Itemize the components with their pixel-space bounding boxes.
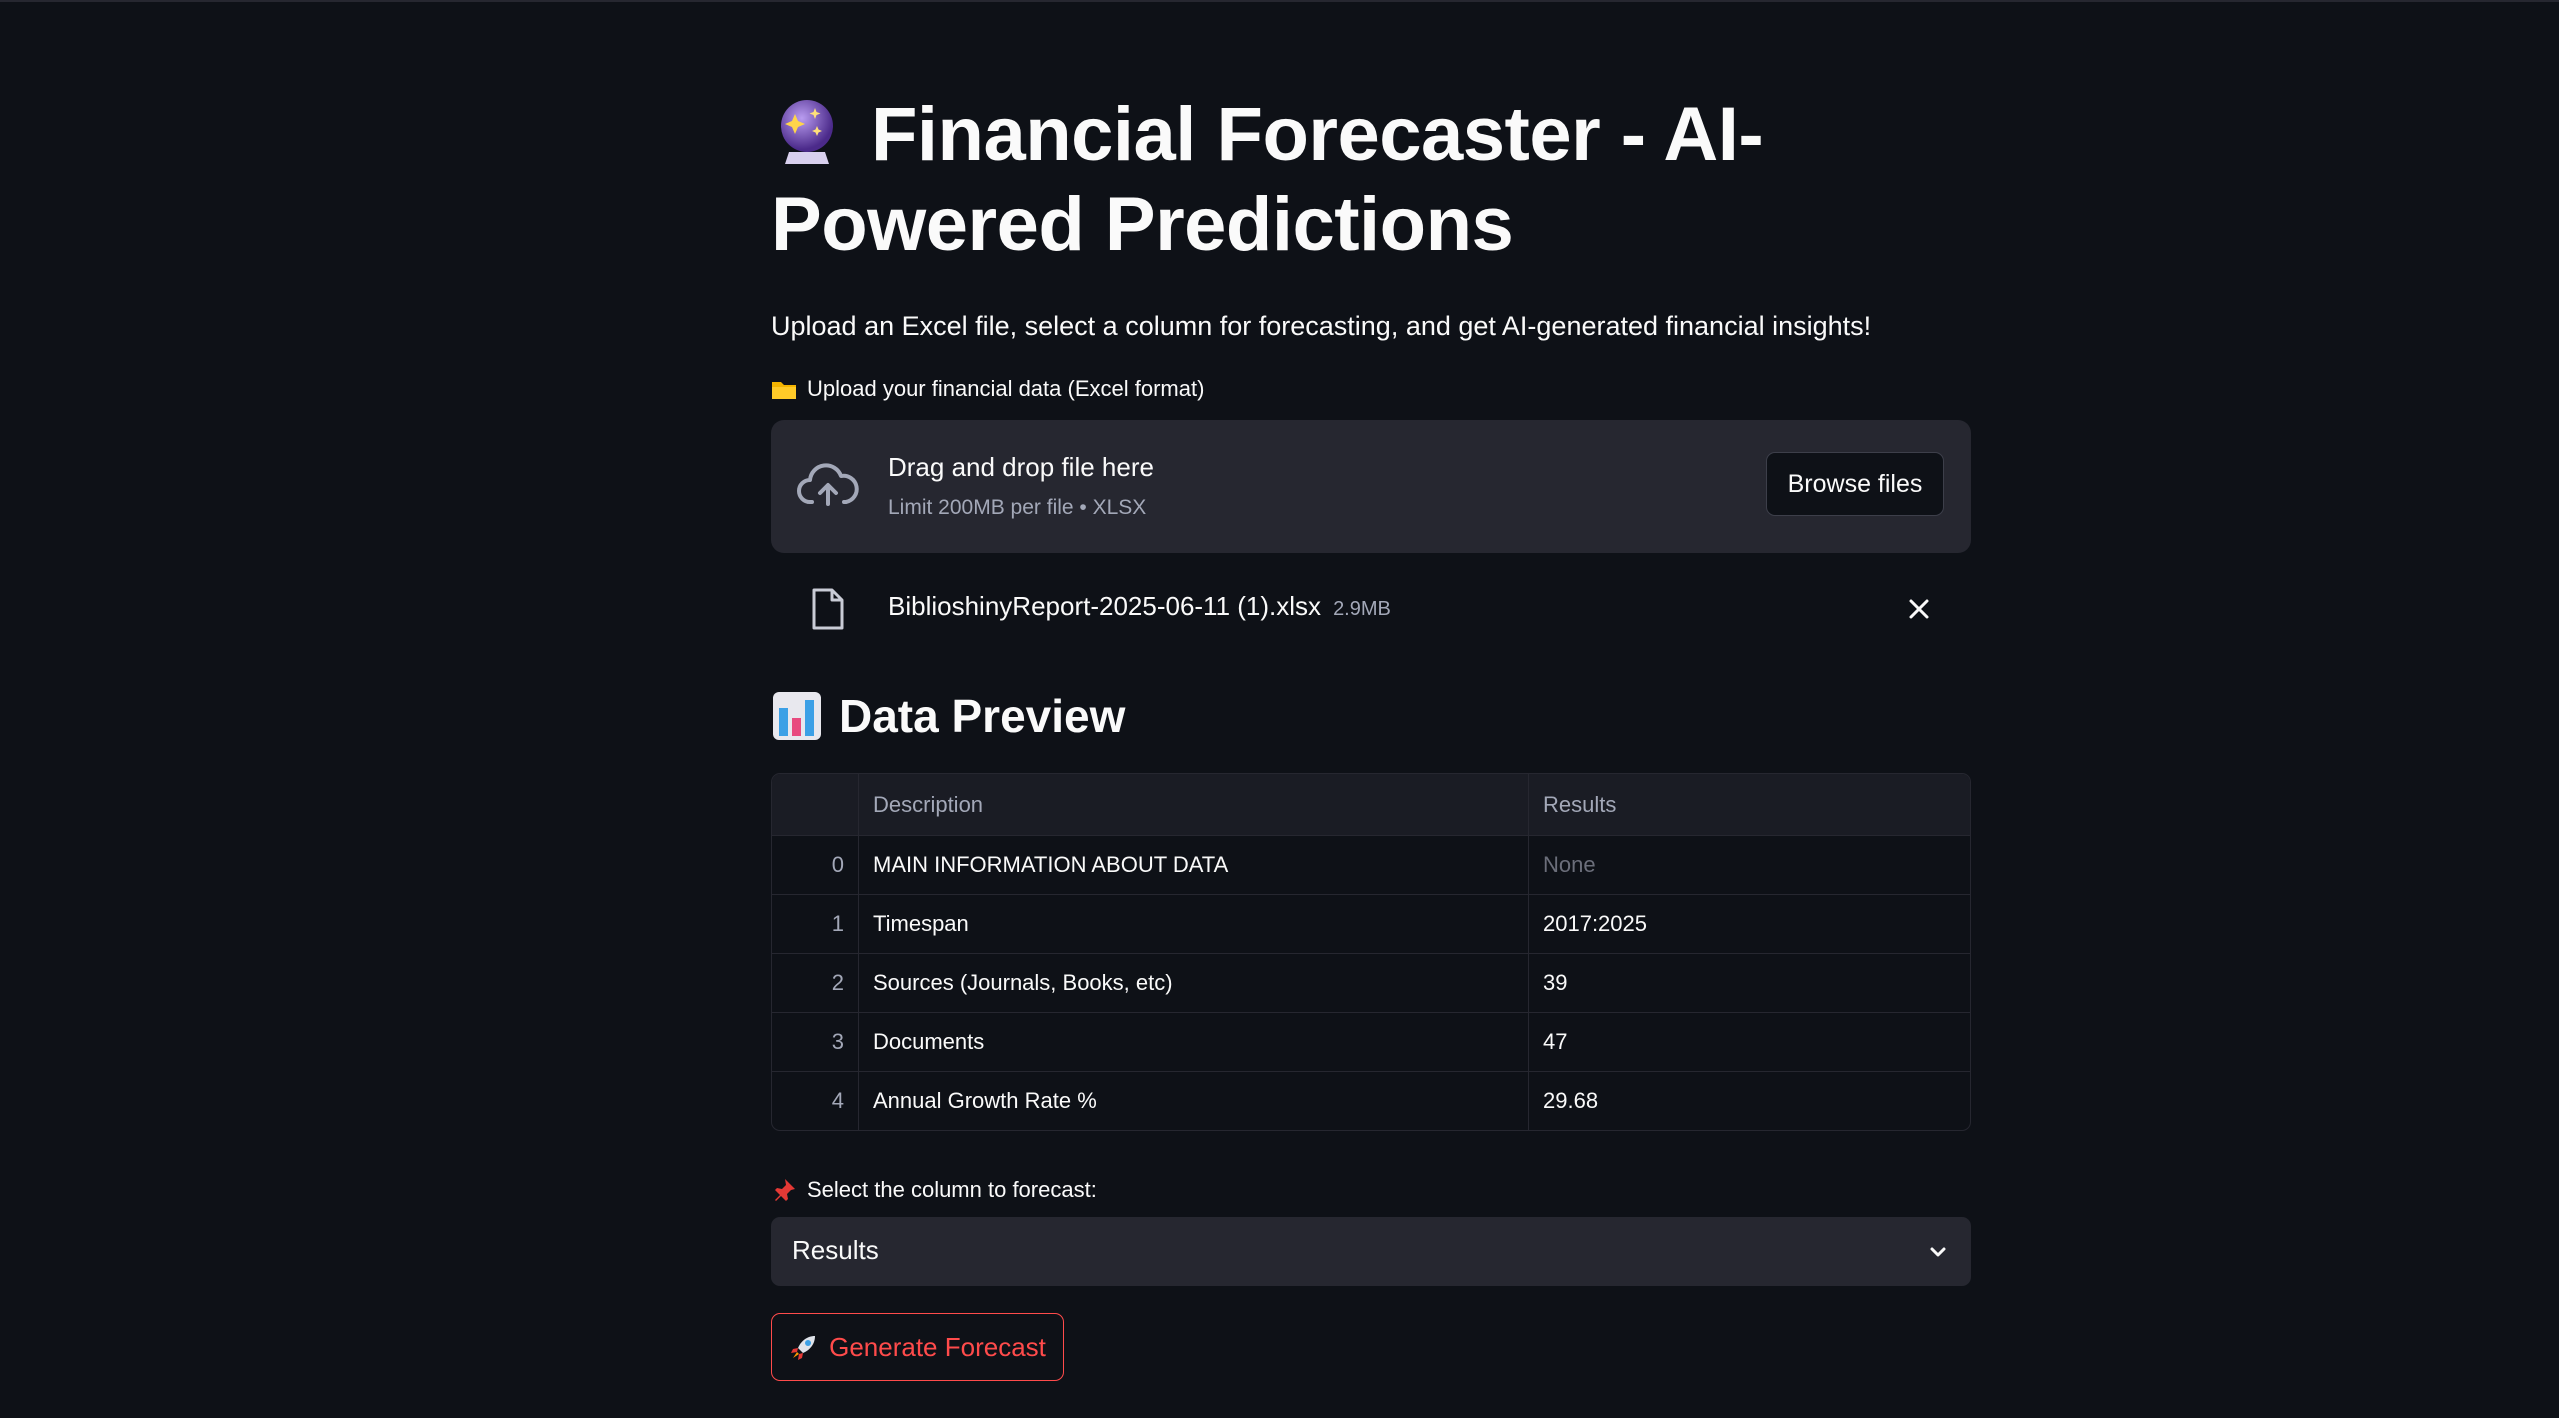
row-description[interactable]: Sources (Journals, Books, etc) <box>858 954 1528 1012</box>
pushpin-icon <box>775 1179 795 1201</box>
forecast-select-label: Select the column to forecast: <box>771 1177 1971 1203</box>
uploader-label: Upload your financial data (Excel format… <box>771 376 1971 402</box>
generate-forecast-label: Generate Forecast <box>829 1331 1046 1362</box>
row-description[interactable]: Annual Growth Rate % <box>858 1072 1528 1130</box>
dropzone-title: Drag and drop file here <box>888 452 1154 482</box>
uploaded-file-name: BiblioshinyReport-2025-06-11 (1).xlsx <box>888 591 1322 621</box>
table-row: 1 Timespan 2017:2025 <box>772 894 1970 953</box>
page-title: Financial Forecaster - AI-Powered Predic… <box>771 90 1971 270</box>
file-dropzone[interactable]: Drag and drop file here Limit 200MB per … <box>771 420 1971 553</box>
close-icon[interactable] <box>1905 595 1933 623</box>
bar-chart-icon <box>773 692 821 740</box>
table-header-row: Description Results <box>772 774 1970 835</box>
browse-files-button[interactable]: Browse files <box>1766 452 1944 516</box>
row-results[interactable]: 2017:2025 <box>1528 895 1970 953</box>
row-description[interactable]: MAIN INFORMATION ABOUT DATA <box>858 836 1528 894</box>
row-results[interactable]: 47 <box>1528 1013 1970 1071</box>
row-description[interactable]: Timespan <box>858 895 1528 953</box>
uploader-label-text: Upload your financial data (Excel format… <box>807 376 1205 401</box>
rocket-icon <box>791 1336 816 1360</box>
forecast-select-label-text: Select the column to forecast: <box>807 1177 1097 1202</box>
uploaded-file: BiblioshinyReport-2025-06-11 (1).xlsx 2.9… <box>771 571 1971 651</box>
dropzone-limit: Limit 200MB per file • XLSX <box>888 496 1147 519</box>
forecast-column-select[interactable]: Results <box>771 1217 1971 1286</box>
row-results[interactable]: 39 <box>1528 954 1970 1012</box>
top-border <box>0 0 2559 2</box>
forecast-column-value: Results <box>792 1235 879 1265</box>
page-subtitle: Upload an Excel file, select a column fo… <box>771 311 1872 341</box>
table-row: 3 Documents 47 <box>772 1012 1970 1071</box>
row-index: 1 <box>831 911 844 936</box>
table-row: 2 Sources (Journals, Books, etc) 39 <box>772 953 1970 1012</box>
generate-forecast-button[interactable]: Generate Forecast <box>771 1313 1064 1381</box>
folder-icon <box>772 382 796 399</box>
crystal-ball-icon <box>781 100 833 164</box>
row-index: 0 <box>831 852 844 877</box>
chevron-down-icon <box>1930 1247 1946 1257</box>
row-description[interactable]: Documents <box>858 1013 1528 1071</box>
data-preview-heading: Data Preview <box>771 689 1971 743</box>
cloud-upload-icon <box>797 463 859 506</box>
uploaded-file-size: 2.9MB <box>1333 598 1391 620</box>
row-index: 2 <box>831 970 844 995</box>
row-index: 4 <box>831 1088 844 1113</box>
row-results[interactable]: 29.68 <box>1528 1072 1970 1130</box>
file-icon <box>812 588 844 630</box>
data-preview-heading-text: Data Preview <box>839 690 1126 742</box>
page-title-text: Financial Forecaster - AI-Powered Predic… <box>771 92 1764 267</box>
row-results[interactable]: None <box>1528 836 1970 894</box>
data-preview-table: Description Results 0 MAIN INFORMATION A… <box>771 773 1971 1131</box>
table-header-index <box>772 774 858 835</box>
main-content: Financial Forecaster - AI-Powered Predic… <box>771 90 1971 1381</box>
table-row: 0 MAIN INFORMATION ABOUT DATA None <box>772 835 1970 894</box>
table-row: 4 Annual Growth Rate % 29.68 <box>772 1071 1970 1130</box>
table-header-description[interactable]: Description <box>858 774 1528 835</box>
row-index: 3 <box>831 1029 844 1054</box>
table-header-results[interactable]: Results <box>1528 774 1970 835</box>
